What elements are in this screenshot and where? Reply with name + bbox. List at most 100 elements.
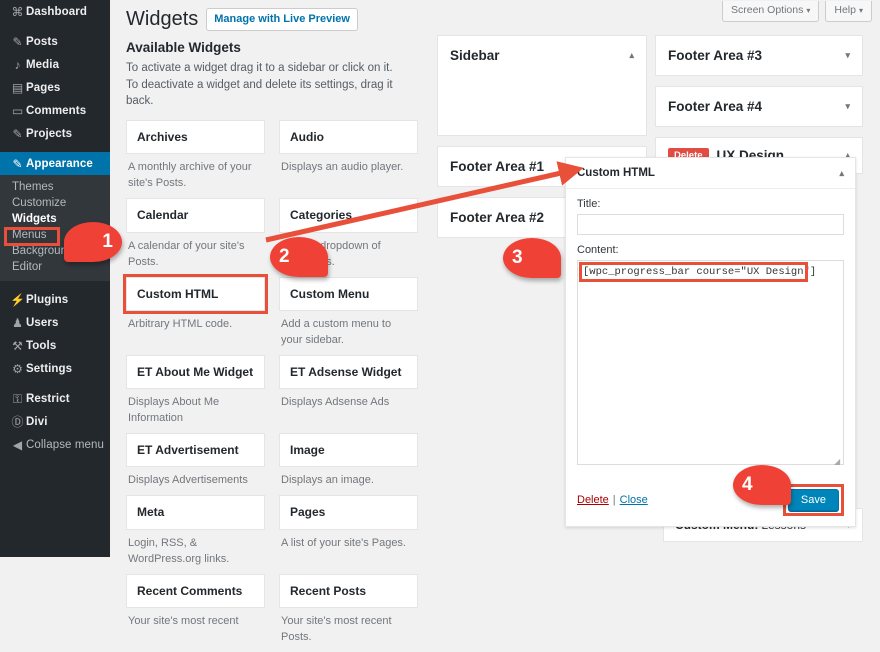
- sidebar-item-appearance[interactable]: ✎ Appearance: [0, 152, 110, 175]
- custom-html-panel-footer: Delete | Close Save: [566, 476, 855, 526]
- widget-title: Meta: [126, 495, 265, 529]
- content-textarea[interactable]: [wpc_progress_bar course="UX Design"]: [577, 260, 844, 465]
- chevron-down-icon[interactable]: ▾: [845, 101, 850, 112]
- chevron-down-icon[interactable]: ▾: [845, 50, 850, 61]
- sidebar-item-users[interactable]: ♟ Users: [0, 311, 110, 334]
- manage-with-live-preview-button[interactable]: Manage with Live Preview: [206, 8, 358, 31]
- media-icon: ♪: [9, 59, 26, 71]
- sidebar-item-customize[interactable]: Customize: [0, 195, 110, 211]
- sidebar-item-background[interactable]: Background: [0, 243, 110, 259]
- sidebar-item-projects[interactable]: ✎ Projects: [0, 122, 110, 145]
- content-textarea-wrap: [wpc_progress_bar course="UX Design"] ◢: [577, 260, 844, 468]
- sidebar-item-dashboard[interactable]: ⌘ Dashboard: [0, 0, 110, 23]
- sidebar-panel-dropzone[interactable]: [438, 75, 646, 135]
- chevron-up-icon[interactable]: ▴: [839, 168, 844, 179]
- sidebar-item-label: Collapse menu: [26, 439, 104, 451]
- wrench-icon: ⚒: [9, 340, 26, 352]
- widget-card-et-adsense-widget[interactable]: ET Adsense Widget Displays Adsense Ads: [279, 355, 418, 427]
- sidebar-panel-sidebar[interactable]: Sidebar ▴: [437, 35, 647, 136]
- sidebar-item-restrict[interactable]: ⚿ Restrict: [0, 387, 110, 410]
- collapse-icon: ◀: [9, 439, 26, 451]
- sidebar-item-media[interactable]: ♪ Media: [0, 53, 110, 76]
- save-button[interactable]: Save: [788, 489, 839, 511]
- widget-title: Custom HTML: [126, 277, 265, 311]
- widget-title: Pages: [279, 495, 418, 529]
- widget-description: Login, RSS, & WordPress.org links.: [126, 530, 265, 568]
- widget-title: ET Advertisement: [126, 433, 265, 467]
- sidebar-item-posts[interactable]: ✎ Posts: [0, 30, 110, 53]
- menu-separator: [0, 145, 110, 152]
- sidebar-panel-title: Footer Area #3: [668, 48, 845, 63]
- sidebar-item-label: Projects: [26, 128, 72, 140]
- widget-description: Arbitrary HTML code.: [126, 311, 265, 333]
- widget-card-et-advertisement[interactable]: ET Advertisement Displays Advertisements: [126, 433, 265, 489]
- sidebar-item-label: Tools: [26, 340, 56, 352]
- screen-meta-links: Screen Options▾ Help▾: [722, 1, 872, 22]
- chevron-down-icon: ▾: [859, 6, 863, 15]
- page-icon: ▤: [9, 82, 26, 94]
- help-button[interactable]: Help▾: [825, 1, 872, 22]
- available-widgets-grid: Archives A monthly archive of your site'…: [126, 120, 421, 652]
- save-button-wrap: Save: [783, 484, 844, 516]
- chevron-up-icon[interactable]: ▴: [629, 50, 634, 61]
- screen-options-label: Screen Options: [731, 4, 803, 16]
- widget-description: Add a custom menu to your sidebar.: [279, 311, 418, 349]
- sidebar-item-label: Media: [26, 59, 59, 71]
- sidebar-item-divi[interactable]: Ⓓ Divi: [0, 410, 110, 433]
- lock-icon: ⚿: [9, 393, 26, 405]
- custom-html-widget-panel[interactable]: Custom HTML ▴ Title: Content: [wpc_progr…: [565, 157, 856, 527]
- widget-card-recent-comments[interactable]: Recent Comments Your site's most recent: [126, 574, 265, 646]
- widget-card-calendar[interactable]: Calendar A calendar of your site's Posts…: [126, 198, 265, 270]
- sidebar-panel-header[interactable]: Sidebar ▴: [438, 36, 646, 75]
- screen-options-button[interactable]: Screen Options▾: [722, 1, 819, 22]
- resize-grip-icon[interactable]: ◢: [834, 458, 842, 466]
- widget-description: A monthly archive of your site's Posts.: [126, 154, 265, 192]
- title-input[interactable]: [577, 214, 844, 235]
- widget-card-categories[interactable]: Categories A list or dropdown of categor…: [279, 198, 418, 270]
- close-link[interactable]: Close: [620, 494, 648, 506]
- sidebar-item-collapse-menu[interactable]: ◀ Collapse menu: [0, 433, 110, 456]
- sidebar-item-pages[interactable]: ▤ Pages: [0, 76, 110, 99]
- content-field-label: Content:: [577, 244, 844, 256]
- available-widgets-section: Available Widgets To activate a widget d…: [126, 40, 421, 652]
- widget-description: A list or dropdown of categories.: [279, 233, 418, 271]
- widget-card-custom-html[interactable]: Custom HTML Arbitrary HTML code.: [126, 277, 265, 349]
- menu-separator: [0, 380, 110, 387]
- sidebar-item-widgets[interactable]: Widgets: [0, 211, 110, 227]
- widget-card-custom-menu[interactable]: Custom Menu Add a custom menu to your si…: [279, 277, 418, 349]
- custom-html-panel-header[interactable]: Custom HTML ▴: [566, 158, 855, 189]
- sidebar-item-comments[interactable]: ▭ Comments: [0, 99, 110, 122]
- sidebar-panel-header[interactable]: Footer Area #3 ▾: [656, 36, 862, 75]
- sidebar-item-themes[interactable]: Themes: [0, 179, 110, 195]
- widget-title: Calendar: [126, 198, 265, 232]
- widget-description: Your site's most recent Posts.: [279, 608, 418, 646]
- sidebar-item-plugins[interactable]: ⚡ Plugins: [0, 288, 110, 311]
- delete-link[interactable]: Delete: [577, 494, 609, 506]
- sidebar-item-tools[interactable]: ⚒ Tools: [0, 334, 110, 357]
- widget-title: Custom Menu: [279, 277, 418, 311]
- widget-description: A calendar of your site's Posts.: [126, 233, 265, 271]
- custom-html-panel-title: Custom HTML: [577, 167, 655, 179]
- widget-description: Displays an audio player.: [279, 154, 418, 176]
- menu-separator: [0, 23, 110, 30]
- widget-card-et-about-me-widget[interactable]: ET About Me Widget Displays About Me Inf…: [126, 355, 265, 427]
- sidebar-panel-footer-area-4[interactable]: Footer Area #4 ▾: [655, 86, 863, 127]
- widget-title: Categories: [279, 198, 418, 232]
- sidebar-item-label: Restrict: [26, 393, 70, 405]
- widget-card-image[interactable]: Image Displays an image.: [279, 433, 418, 489]
- sidebar-panel-header[interactable]: Footer Area #4 ▾: [656, 87, 862, 126]
- available-widgets-title: Available Widgets: [126, 40, 421, 55]
- sidebar-item-editor[interactable]: Editor: [0, 259, 110, 275]
- widget-description: Displays About Me Information: [126, 389, 265, 427]
- plug-icon: ⚡: [9, 294, 26, 306]
- title-field-label: Title:: [577, 198, 844, 210]
- sidebar-item-settings[interactable]: ⚙ Settings: [0, 357, 110, 380]
- menu-separator: [0, 281, 110, 288]
- sidebar-item-label: Comments: [26, 105, 86, 117]
- available-widgets-description: To activate a widget drag it to a sideba…: [126, 60, 406, 110]
- widget-card-audio[interactable]: Audio Displays an audio player.: [279, 120, 418, 192]
- sidebar-item-menus[interactable]: Menus: [0, 227, 110, 243]
- widget-card-archives[interactable]: Archives A monthly archive of your site'…: [126, 120, 265, 192]
- sidebar-panel-footer-area-3[interactable]: Footer Area #3 ▾: [655, 35, 863, 76]
- widget-card-recent-posts[interactable]: Recent Posts Your site's most recent Pos…: [279, 574, 418, 646]
